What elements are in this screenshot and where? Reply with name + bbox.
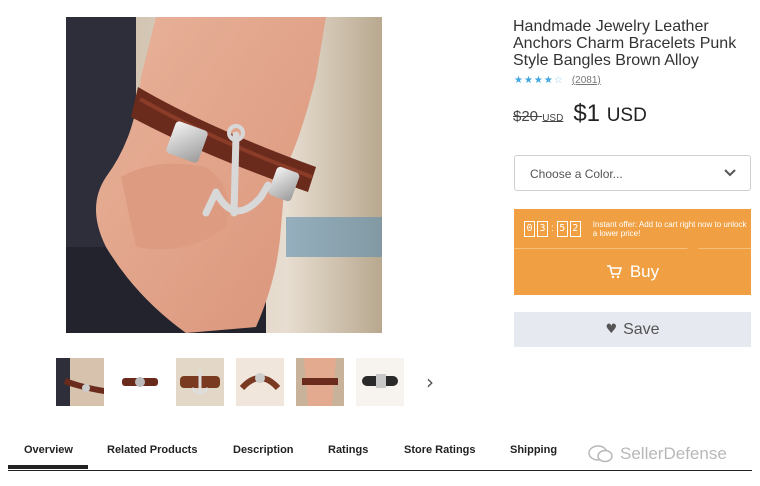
timer-digit: 0 (524, 220, 535, 237)
offer-text: Instant offer: Add to cart right now to … (592, 219, 747, 238)
thumbnail-3[interactable] (176, 358, 224, 406)
original-price-amount: $20 (513, 108, 539, 125)
tab-ratings[interactable]: Ratings (328, 444, 368, 456)
original-price-currency: USD (542, 113, 564, 124)
sale-price: $1 USD (573, 100, 647, 128)
thumbnail-strip (56, 358, 404, 408)
chevron-down-icon (724, 169, 736, 177)
cart-icon (606, 265, 622, 279)
thumbnail-4[interactable] (236, 358, 284, 406)
timer-separator: : (551, 223, 554, 234)
timer-digit: 3 (537, 220, 548, 237)
buy-button[interactable]: Buy (514, 248, 751, 295)
tab-related-products[interactable]: Related Products (107, 444, 197, 456)
thumbnail-5[interactable] (296, 358, 344, 406)
tab-overview[interactable]: Overview (24, 444, 73, 456)
color-select-dropdown[interactable]: Choose a Color... (514, 155, 751, 191)
tab-shipping[interactable]: Shipping (510, 444, 557, 456)
thumbnail-1[interactable] (56, 358, 104, 406)
timer-digit: 2 (569, 220, 581, 237)
watermark-text: SellerDefense (620, 444, 727, 463)
tab-store-ratings[interactable]: Store Ratings (404, 444, 476, 456)
watermark: SellerDefense (588, 444, 727, 464)
sale-price-amount: $1 (573, 100, 601, 127)
original-price: $20 USD (513, 108, 563, 125)
star-rating: ★★★★☆ (514, 75, 564, 86)
offer-pointer (686, 247, 700, 254)
color-select-value: Choose a Color... (530, 167, 623, 181)
chevron-right-icon[interactable]: › (426, 370, 444, 394)
thumbnail-6[interactable] (356, 358, 404, 406)
main-product-image[interactable] (66, 17, 382, 333)
sale-price-currency: USD (606, 105, 647, 126)
chat-bubble-icon (588, 445, 613, 463)
heart-icon: ♥ (605, 322, 618, 337)
instant-offer-banner: 0 3 : 5 2 Instant offer: Add to cart rig… (514, 209, 751, 248)
active-tab-indicator (8, 465, 88, 469)
countdown-timer: 0 3 : 5 2 (524, 220, 581, 237)
timer-digit: 5 (556, 220, 568, 237)
product-title: Handmade Jewelry Leather Anchors Charm B… (513, 18, 737, 69)
save-label: Save (623, 320, 660, 338)
price-row: $20 USD $1 USD (513, 100, 647, 128)
rating-row: ★★★★☆ (2081) (514, 75, 601, 86)
tab-description[interactable]: Description (233, 444, 294, 456)
thumbnail-2[interactable] (116, 358, 164, 406)
buy-label: Buy (629, 262, 660, 281)
review-count-link[interactable]: (2081) (572, 75, 601, 86)
save-button[interactable]: ♥ Save (514, 312, 751, 347)
